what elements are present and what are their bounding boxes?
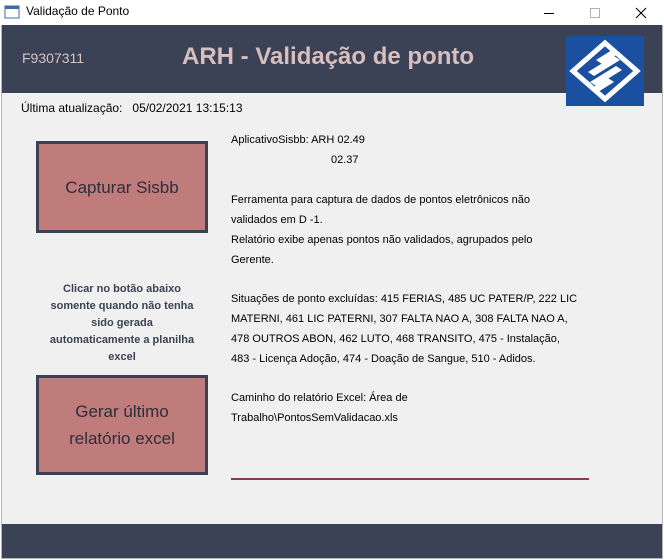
excluded-situations: Situações de ponto excluídas: 415 FERIAS… (231, 289, 577, 369)
page-title: ARH - Validação de ponto (182, 43, 475, 70)
report-hint: Clicar no botão abaixo somente quando nã… (36, 281, 208, 366)
description-line: Ferramenta para captura de dados de pont… (231, 194, 531, 206)
app-window-icon (4, 4, 20, 20)
generate-report-label-line1: Gerar último (75, 402, 169, 421)
close-icon (635, 7, 647, 18)
generate-report-button[interactable]: Gerar último relatório excel (36, 375, 208, 475)
excluded-line: Situações de ponto excluídas: 415 FERIAS… (231, 293, 578, 305)
hint-line: excel (108, 351, 136, 363)
maximize-button[interactable] (572, 0, 618, 25)
hint-line: somente quando não tenha (50, 300, 194, 312)
version-sub: 02.37 (331, 154, 359, 166)
last-update-label: Última atualização: (21, 101, 123, 115)
window-titlebar: Validação de Ponto (0, 0, 664, 25)
excluded-line: 478 OUTROS ABON, 462 LUTO, 468 TRANSITO,… (231, 333, 560, 345)
app-footer (2, 524, 662, 558)
report-path: Caminho do relatório Excel: Área de Trab… (231, 388, 408, 428)
description-line: Gerente. (231, 254, 274, 266)
excluded-line: 483 - Licença Adoção, 474 - Doação de Sa… (231, 353, 536, 365)
capture-sisbb-label: Capturar Sisbb (65, 177, 179, 197)
hint-line: Clicar no botão abaixo (63, 283, 181, 295)
description-line: Relatório exibe apenas pontos não valida… (231, 234, 533, 246)
capture-sisbb-button[interactable]: Capturar Sisbb (36, 141, 208, 233)
description-line: validados em D -1. (231, 214, 323, 226)
description-block: Ferramenta para captura de dados de pont… (231, 190, 533, 270)
path-line: Caminho do relatório Excel: Área de (231, 392, 408, 404)
generate-report-label-line2: relatório excel (69, 429, 175, 448)
hint-line: sido gerada (91, 317, 153, 329)
maximize-icon (590, 7, 600, 18)
version-line: AplicativoSisbb: ARH 02.49 (231, 134, 365, 146)
user-id: F9307311 (22, 50, 85, 66)
hint-line: automaticamente a planilha (49, 334, 195, 346)
path-line: Trabalho\PontosSemValidacao.xls (231, 412, 398, 424)
last-update-value: 05/02/2021 13:15:13 (132, 101, 243, 115)
minimize-button[interactable] (526, 0, 572, 25)
banco-do-brasil-logo (566, 36, 644, 106)
app-header: F9307311 ARH - Validação de ponto (2, 25, 662, 93)
app-client-area: F9307311 ARH - Validação de ponto Última… (1, 25, 663, 559)
window-title: Validação de Ponto (26, 4, 130, 18)
close-button[interactable] (618, 0, 664, 25)
last-update: Última atualização: 05/02/2021 13:15:13 (21, 101, 243, 115)
version-info: AplicativoSisbb: ARH 02.49 02.37 (231, 130, 365, 170)
minimize-icon (544, 12, 554, 14)
separator-line (231, 478, 589, 480)
excluded-line: MATERNI, 461 LIC PATERNI, 307 FALTA NAO … (231, 313, 568, 325)
